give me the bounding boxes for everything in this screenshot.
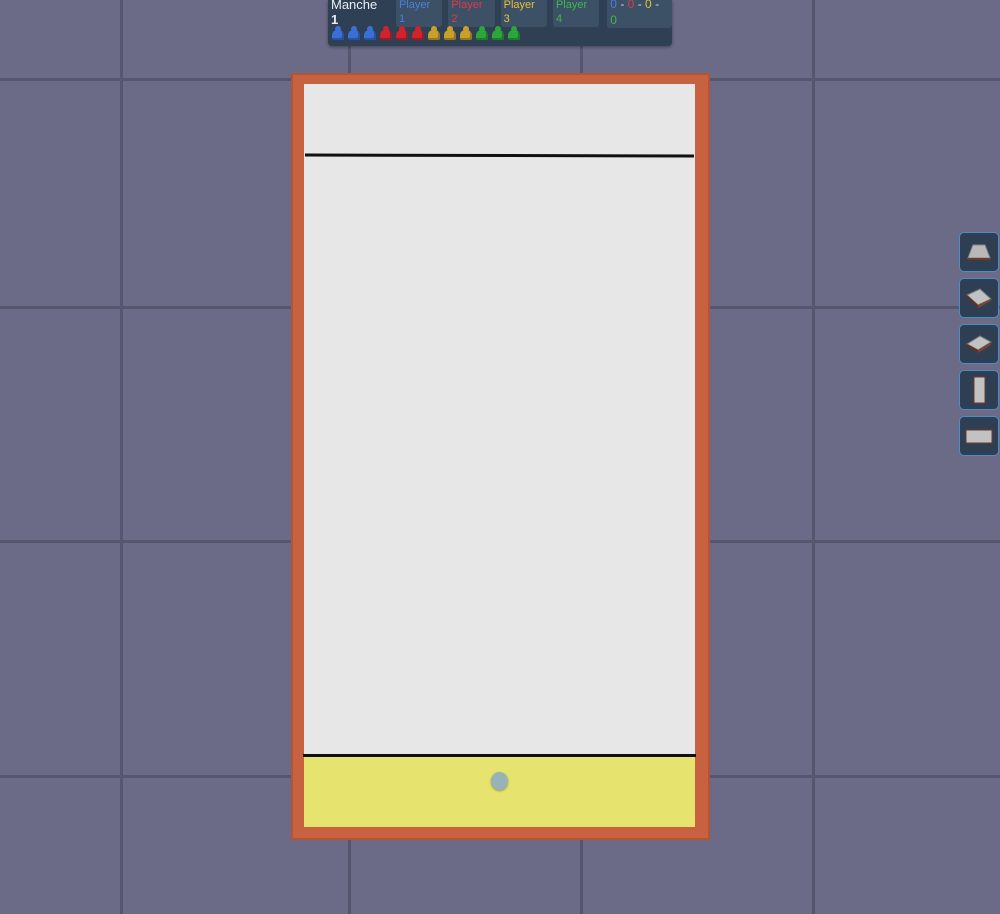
launch-zone[interactable]	[304, 757, 695, 827]
camera-view-toolbar	[959, 232, 999, 462]
playing-field[interactable]	[304, 84, 695, 827]
score-player-2: 0	[627, 0, 635, 11]
score-separator: -	[637, 0, 642, 11]
round-number: 1	[331, 11, 339, 27]
pawn-icon	[347, 26, 361, 40]
view-button-angled-left[interactable]	[959, 278, 999, 318]
pawn-icon	[379, 26, 393, 40]
pawn-icon	[427, 26, 441, 40]
round-label: Manche	[331, 0, 378, 12]
view-button-vertical[interactable]	[959, 370, 999, 410]
game-ball[interactable]	[491, 772, 508, 790]
score-player-4: 0	[610, 12, 617, 27]
score-separator: -	[655, 0, 660, 11]
pawn-icon	[331, 26, 345, 40]
score-hud: Manche 1 Player 1 Player 2 Player 3 Play…	[328, 0, 673, 46]
score-player-1: 0	[610, 0, 617, 11]
angled-view-right-icon	[966, 335, 992, 353]
pawn-icon	[411, 26, 425, 40]
pawn-icon	[459, 26, 473, 40]
scoreboard: 0 - 0 - 0 - 0	[607, 0, 673, 28]
view-button-perspective[interactable]	[959, 232, 999, 272]
perspective-view-icon	[967, 244, 991, 260]
score-separator: -	[620, 0, 625, 11]
launch-line	[303, 754, 696, 757]
pawn-icon	[491, 26, 505, 40]
round-indicator: Manche 1	[331, 0, 388, 27]
pawn-icon	[363, 26, 377, 40]
view-button-angled-right[interactable]	[959, 324, 999, 364]
player-4-tag: Player 4	[552, 0, 600, 27]
pawn-icon	[475, 26, 489, 40]
player-1-tag: Player 1	[396, 0, 443, 27]
pawn-icon	[443, 26, 457, 40]
pawn-icon	[395, 26, 409, 40]
remaining-pawns	[331, 26, 523, 40]
player-2-tag: Player 2	[448, 0, 495, 27]
pawn-icon	[507, 26, 521, 40]
vertical-view-icon	[973, 376, 986, 404]
player-3-tag: Player 3	[500, 0, 547, 27]
angled-view-left-icon	[966, 288, 992, 308]
score-player-3: 0	[645, 0, 652, 11]
view-button-horizontal[interactable]	[959, 416, 999, 456]
horizontal-view-icon	[965, 429, 993, 444]
